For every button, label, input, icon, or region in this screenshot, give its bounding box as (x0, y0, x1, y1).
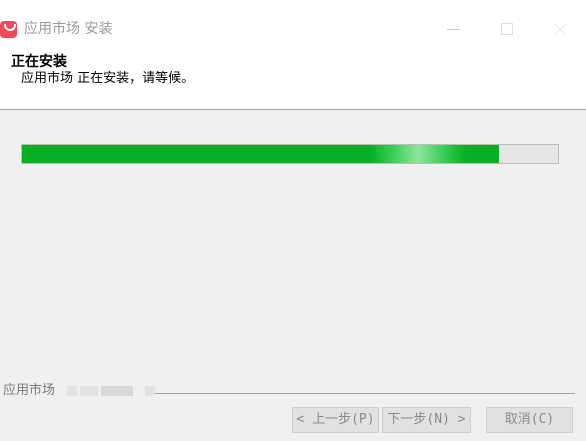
maximize-icon[interactable] (496, 18, 518, 40)
page-title: 正在安装 (11, 54, 67, 70)
close-icon[interactable] (549, 18, 571, 40)
brand-label: 应用市场 (3, 383, 56, 398)
footer-divider (155, 393, 575, 394)
title-bar: 应用市场 安装 (0, 0, 586, 48)
back-button[interactable]: < 上一步(P) (292, 407, 379, 433)
installer-header: 正在安装 应用市场 正在安装，请等候。 (0, 48, 586, 110)
install-progress-bar (21, 144, 559, 164)
progress-fill (22, 145, 500, 163)
page-subtitle: 应用市场 正在安装，请等候。 (21, 71, 195, 86)
cancel-button[interactable]: 取消(C) (486, 407, 573, 433)
installer-window: 应用市场 安装 正在安装 应用市场 正在安装，请等候。 应用市场 < 上一步(P… (0, 0, 586, 441)
window-title: 应用市场 安装 (24, 21, 113, 37)
blurred-version-text (67, 386, 155, 396)
next-button[interactable]: 下一步(N) > (382, 407, 471, 433)
minimize-icon[interactable] (443, 18, 465, 40)
app-store-icon (0, 21, 17, 38)
